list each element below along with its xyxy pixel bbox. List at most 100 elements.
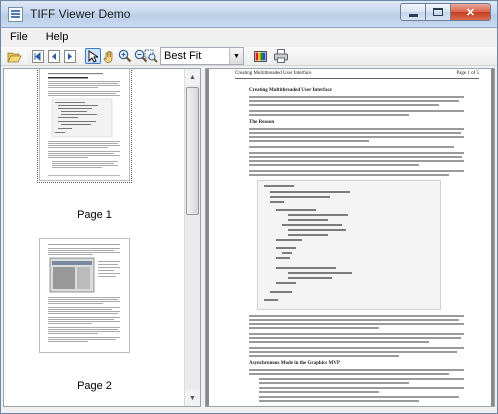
toolbar-separator bbox=[25, 49, 26, 64]
code-line bbox=[276, 267, 336, 269]
page-preview-graphic bbox=[48, 73, 120, 176]
thumbnail-page-1[interactable] bbox=[37, 69, 132, 183]
app-window: TIFF Viewer Demo ✕ File Help Best Fit ▼ … bbox=[0, 0, 498, 414]
toolbar-separator bbox=[81, 49, 82, 64]
text-line bbox=[249, 160, 464, 162]
page-preview-graphic bbox=[48, 244, 120, 342]
text-line bbox=[259, 378, 464, 380]
zoom-in-button[interactable] bbox=[117, 48, 133, 64]
text-line bbox=[249, 152, 464, 154]
thumbnail-page-image bbox=[39, 238, 130, 353]
title-bar[interactable]: TIFF Viewer Demo ✕ bbox=[1, 1, 497, 28]
scroll-up-icon[interactable]: ▲ bbox=[185, 69, 200, 85]
text-line bbox=[249, 174, 449, 176]
toolbar-separator bbox=[269, 49, 270, 64]
menu-file[interactable]: File bbox=[1, 28, 37, 47]
print-icon bbox=[274, 49, 288, 63]
text-line bbox=[249, 128, 464, 130]
document-page: Creating Multithreaded User Interface Pa… bbox=[209, 69, 491, 406]
minimize-button[interactable] bbox=[400, 3, 425, 21]
zoom-mode-dropdown[interactable]: Best Fit ▼ bbox=[160, 47, 244, 65]
text-line bbox=[249, 146, 454, 148]
code-line bbox=[276, 247, 296, 249]
text-line bbox=[249, 114, 409, 116]
code-line bbox=[282, 252, 292, 254]
color-depth-icon bbox=[253, 50, 267, 62]
color-depth-button[interactable] bbox=[252, 48, 268, 64]
text-line bbox=[249, 369, 464, 371]
pointer-tool-icon bbox=[88, 49, 98, 63]
caption-buttons: ✕ bbox=[400, 3, 491, 22]
text-line bbox=[249, 373, 449, 375]
zoom-fit-button[interactable] bbox=[143, 48, 159, 64]
text-line bbox=[249, 315, 464, 317]
close-button[interactable]: ✕ bbox=[450, 3, 491, 21]
maximize-button[interactable] bbox=[425, 3, 450, 21]
previous-page-icon bbox=[48, 49, 60, 63]
section-heading-reason: The Reason bbox=[249, 120, 275, 125]
text-line bbox=[249, 333, 464, 335]
app-icon bbox=[8, 7, 23, 22]
next-page-button[interactable] bbox=[62, 48, 78, 64]
thumbnail-panel[interactable]: Page 1 Page 2 ▲ ▼ bbox=[3, 68, 201, 407]
first-page-button[interactable] bbox=[30, 48, 46, 64]
code-line bbox=[264, 299, 278, 301]
code-line bbox=[270, 196, 330, 198]
pan-tool-button[interactable] bbox=[101, 48, 117, 64]
page-header: Creating Multithreaded User Interface Pa… bbox=[235, 71, 479, 79]
close-icon: ✕ bbox=[465, 6, 476, 19]
text-line bbox=[259, 382, 409, 384]
code-line bbox=[288, 234, 328, 236]
text-line bbox=[249, 351, 457, 353]
text-line bbox=[249, 156, 462, 158]
code-line bbox=[270, 191, 350, 193]
code-line bbox=[276, 209, 316, 211]
text-line bbox=[249, 170, 464, 172]
toolbar: Best Fit ▼ bbox=[1, 47, 497, 66]
text-line bbox=[259, 387, 464, 389]
code-line bbox=[288, 229, 346, 231]
text-line bbox=[249, 100, 459, 102]
text-line bbox=[249, 337, 461, 339]
menu-help[interactable]: Help bbox=[37, 28, 78, 47]
thumbnail-label-page-1: Page 1 bbox=[77, 209, 112, 221]
code-line bbox=[276, 282, 296, 284]
scrollbar-thumb[interactable] bbox=[186, 87, 199, 215]
thumbnail-list: Page 1 Page 2 bbox=[4, 69, 185, 406]
text-line bbox=[249, 323, 464, 325]
code-line bbox=[288, 277, 332, 279]
code-line bbox=[276, 257, 290, 259]
text-line bbox=[249, 355, 399, 357]
minimize-icon bbox=[408, 13, 418, 17]
toolbar-separator bbox=[248, 49, 249, 64]
text-line bbox=[249, 164, 419, 166]
document-viewer[interactable]: Creating Multithreaded User Interface Pa… bbox=[205, 68, 495, 407]
text-line bbox=[249, 140, 369, 142]
code-line bbox=[264, 185, 294, 187]
chevron-down-icon[interactable]: ▼ bbox=[229, 48, 243, 64]
code-line bbox=[270, 201, 284, 203]
text-line bbox=[249, 132, 461, 134]
text-line bbox=[249, 347, 464, 349]
thumbnail-page-2[interactable] bbox=[38, 237, 131, 354]
text-line bbox=[259, 400, 419, 402]
code-line bbox=[288, 219, 328, 221]
text-line bbox=[249, 96, 464, 98]
previous-page-button[interactable] bbox=[46, 48, 62, 64]
text-line bbox=[249, 110, 464, 112]
text-line bbox=[249, 104, 439, 106]
scroll-down-icon[interactable]: ▼ bbox=[185, 390, 200, 406]
thumbnail-scrollbar[interactable]: ▲ ▼ bbox=[184, 69, 200, 406]
pointer-tool-button[interactable] bbox=[85, 48, 101, 64]
zoom-in-icon bbox=[118, 49, 132, 63]
menu-bar: File Help bbox=[1, 28, 497, 47]
text-line bbox=[249, 319, 459, 321]
first-page-icon bbox=[32, 49, 44, 63]
code-line bbox=[288, 272, 352, 274]
next-page-icon bbox=[64, 49, 76, 63]
open-button[interactable] bbox=[6, 48, 22, 64]
code-line bbox=[270, 291, 292, 293]
text-line bbox=[249, 136, 464, 138]
code-line bbox=[282, 224, 342, 226]
print-button[interactable] bbox=[273, 48, 289, 64]
